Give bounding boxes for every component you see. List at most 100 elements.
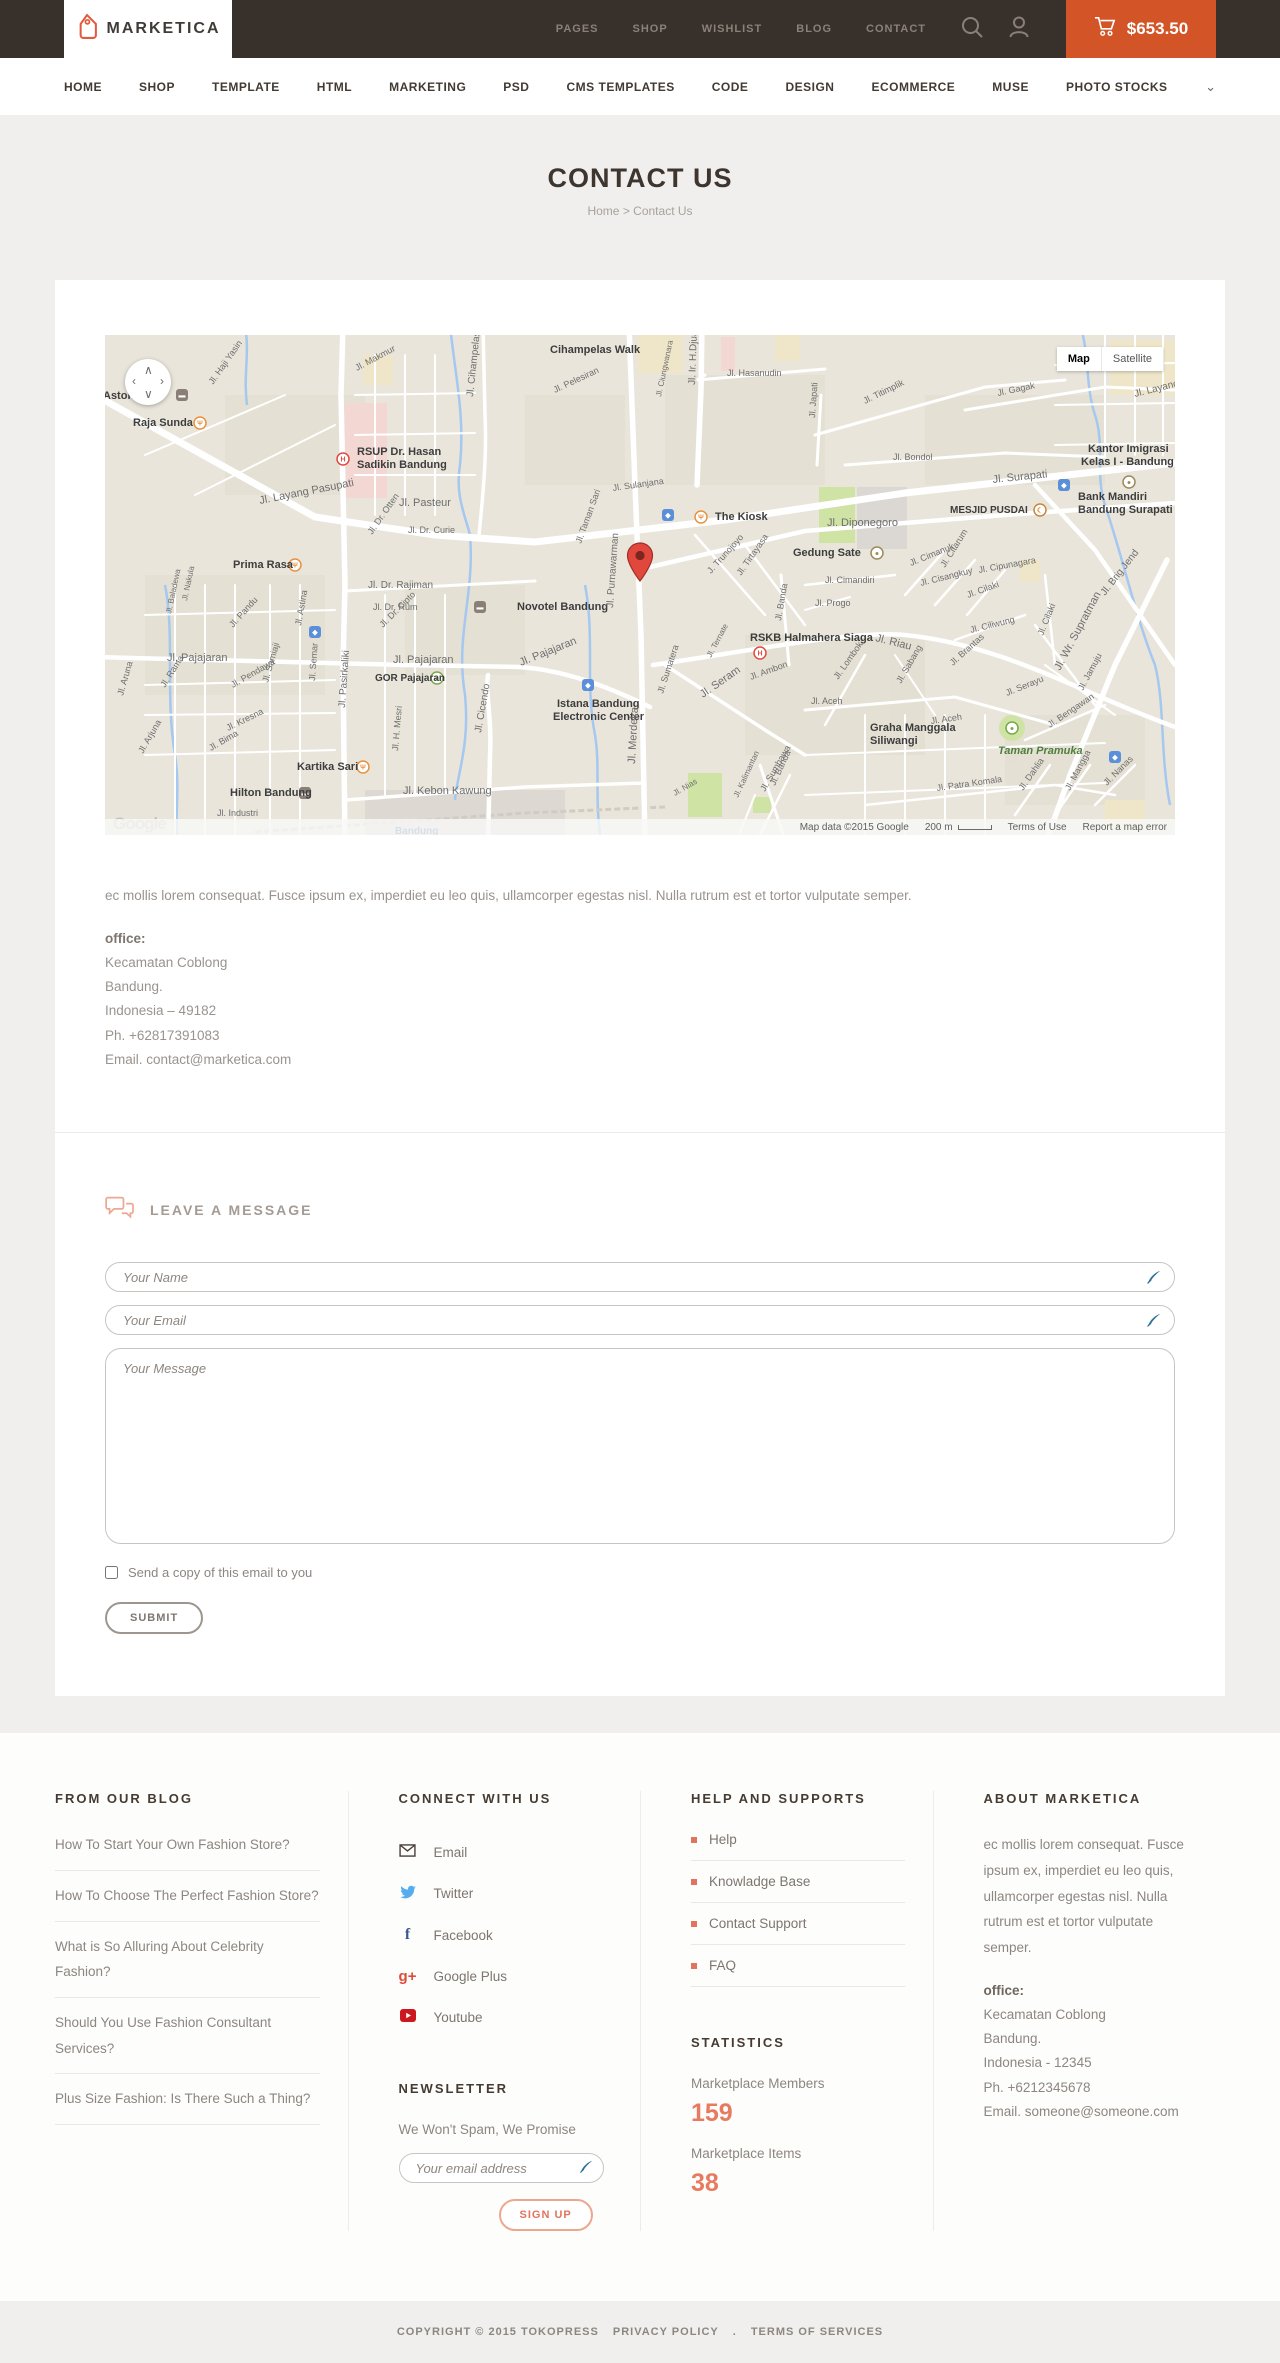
contact-description: ec mollis lorem consequat. Fusce ipsum e… <box>105 888 912 903</box>
map-type-satellite-button[interactable]: Satellite <box>1100 347 1163 371</box>
logo[interactable]: MARKETICA <box>64 0 232 58</box>
blog-link[interactable]: Should You Use Fashion Consultant Servic… <box>55 1998 320 2075</box>
pan-up-icon[interactable]: ∧ <box>144 364 153 376</box>
header-nav-pages[interactable]: PAGES <box>556 23 599 35</box>
nav-template[interactable]: TEMPLATE <box>212 80 280 94</box>
nav-shop[interactable]: SHOP <box>139 80 175 94</box>
office-line: Ph. +62817391083 <box>105 1027 220 1043</box>
restaurant-poi-glyph: Ψ <box>197 421 203 428</box>
pan-left-icon[interactable]: ‹ <box>132 375 136 387</box>
brand-tag-icon <box>76 13 98 45</box>
footer-blog-column: FROM OUR BLOG How To Start Your Own Fash… <box>55 1791 348 2231</box>
pan-right-icon[interactable]: › <box>160 375 164 387</box>
map-attribution-bar: Map data ©2015 Google 200 m Terms of Use… <box>105 819 1175 835</box>
bullet-icon <box>691 1836 697 1843</box>
footer: FROM OUR BLOG How To Start Your Own Fash… <box>0 1733 1280 2302</box>
social-email-link[interactable]: Email <box>399 1832 613 1872</box>
page-title: CONTACT US <box>547 163 733 193</box>
blog-link[interactable]: Plus Size Fashion: Is There Such a Thing… <box>55 2074 320 2125</box>
privacy-policy-link[interactable]: PRIVACY POLICY <box>613 2326 719 2338</box>
message-textarea[interactable] <box>105 1348 1175 1545</box>
help-link[interactable]: Knowladge Base <box>691 1861 905 1904</box>
pen-icon <box>1145 1269 1162 1291</box>
social-googleplus-link[interactable]: g+ Google Plus <box>399 1956 613 1997</box>
nav-design[interactable]: DESIGN <box>785 80 834 94</box>
map-label: The Kiosk <box>715 511 768 523</box>
report-map-error-link[interactable]: Report a map error <box>1083 822 1167 833</box>
category-nav: HOME SHOP TEMPLATE HTML MARKETING PSD CM… <box>0 58 1280 115</box>
map-label: Jl. Aceh <box>811 696 843 706</box>
submit-button[interactable]: SUBMIT <box>105 1602 204 1635</box>
terms-of-use-link[interactable]: Terms of Use <box>1008 822 1067 833</box>
map-section: H H Ψ Ψ Ψ Ψ ▬ ▬ ▬ ● ● ☾ ◆ ◆ ◆ ◆ ◆ ● ● Cihampelas Walk Aston… <box>55 280 1225 1132</box>
message-field-wrap <box>105 1348 1175 1549</box>
map-label: Cihampelas Walk <box>550 344 641 356</box>
social-facebook-link[interactable]: f Facebook <box>399 1914 613 1956</box>
map-type-map-button[interactable]: Map <box>1056 347 1101 371</box>
newsletter-email-input[interactable] <box>398 2153 604 2184</box>
nav-home[interactable]: HOME <box>64 80 102 94</box>
pen-icon <box>1145 1312 1162 1334</box>
terms-of-services-link[interactable]: TERMS OF SERVICES <box>751 2326 883 2338</box>
about-heading: ABOUT MARKETICA <box>983 1791 1142 1807</box>
header-nav-contact[interactable]: CONTACT <box>866 23 926 35</box>
blog-link[interactable]: How To Choose The Perfect Fashion Store? <box>55 1871 320 1922</box>
nav-code[interactable]: CODE <box>712 80 749 94</box>
hospital-poi-glyph: H <box>340 457 345 464</box>
nav-ecommerce[interactable]: ECOMMERCE <box>871 80 955 94</box>
map-label: Istana Bandung <box>557 698 640 710</box>
map-label: Jl. Pasteur <box>399 497 451 509</box>
nav-marketing[interactable]: MARKETING <box>389 80 466 94</box>
map-pan-control[interactable]: ∧ ∨ ‹ › <box>125 359 171 405</box>
twitter-icon <box>399 1884 417 1902</box>
restaurant-poi-glyph: Ψ <box>698 515 704 522</box>
page-header: CONTACT US Home > Contact Us <box>0 115 1280 218</box>
header-nav-shop[interactable]: SHOP <box>633 23 668 35</box>
map-label: Kelas I - Bandung <box>1081 456 1174 468</box>
nav-cms-templates[interactable]: CMS TEMPLATES <box>566 80 674 94</box>
search-icon[interactable] <box>960 15 984 44</box>
breadcrumb-home[interactable]: Home <box>587 204 619 218</box>
youtube-icon <box>399 2009 417 2025</box>
nav-psd[interactable]: PSD <box>503 80 529 94</box>
cart-button[interactable]: $653.50 <box>1066 0 1216 58</box>
blog-link[interactable]: How To Start Your Own Fashion Store? <box>55 1832 320 1872</box>
social-youtube-link[interactable]: Youtube <box>399 1997 613 2037</box>
nav-html[interactable]: HTML <box>317 80 352 94</box>
header-nav-wishlist[interactable]: WISHLIST <box>702 23 763 35</box>
map-label: Novotel Bandung <box>517 601 608 613</box>
shop-poi-glyph: ◆ <box>1111 755 1118 762</box>
help-link[interactable]: Help <box>691 1832 905 1862</box>
shop-poi-glyph: ◆ <box>664 513 671 520</box>
help-list: Help Knowladge Base Contact Support FAQ <box>691 1832 905 1988</box>
bullet-icon <box>691 1962 697 1969</box>
help-link[interactable]: FAQ <box>691 1945 905 1988</box>
help-link[interactable]: Contact Support <box>691 1903 905 1946</box>
nav-muse[interactable]: MUSE <box>992 80 1029 94</box>
bullet-icon <box>691 1878 697 1885</box>
user-icon[interactable] <box>1008 15 1030 44</box>
blog-list: How To Start Your Own Fashion Store? How… <box>55 1832 320 2125</box>
header-nav-blog[interactable]: BLOG <box>796 23 832 35</box>
header-nav: PAGES SHOP WISHLIST BLOG CONTACT <box>556 0 926 58</box>
form-heading-row: LEAVE A MESSAGE <box>105 1195 1175 1224</box>
map-label: Gedung Sate <box>793 547 861 559</box>
name-input[interactable] <box>105 1262 1175 1293</box>
google-map[interactable]: H H Ψ Ψ Ψ Ψ ▬ ▬ ▬ ● ● ☾ ◆ ◆ ◆ ◆ ◆ ● ● Cihampelas Walk Aston… <box>105 335 1175 835</box>
nav-photo-stocks[interactable]: PHOTO STOCKS <box>1066 80 1168 94</box>
about-office: office: Kecamatan Coblong Bandung. Indon… <box>984 1979 1198 2125</box>
map-marker[interactable] <box>626 542 654 587</box>
breadcrumb: Home > Contact Us <box>0 204 1280 218</box>
social-twitter-link[interactable]: Twitter <box>399 1872 613 1914</box>
map-label: Kantor Imigrasi <box>1088 443 1169 455</box>
signup-button[interactable]: SIGN UP <box>498 2199 593 2232</box>
pan-down-icon[interactable]: ∨ <box>144 388 153 400</box>
chevron-down-icon[interactable]: ⌄ <box>1205 79 1216 95</box>
about-office-label: office: <box>983 1982 1025 1998</box>
email-input[interactable] <box>105 1305 1175 1336</box>
connect-heading: CONNECT WITH US <box>398 1791 552 1807</box>
send-copy-checkbox[interactable] <box>105 1566 118 1580</box>
map-label: Jl. Pajajaran <box>393 654 454 666</box>
blog-link[interactable]: What is So Alluring About Celebrity Fash… <box>55 1922 320 1998</box>
about-description: ec mollis lorem consequat. Fusce ipsum e… <box>983 1837 1184 1955</box>
